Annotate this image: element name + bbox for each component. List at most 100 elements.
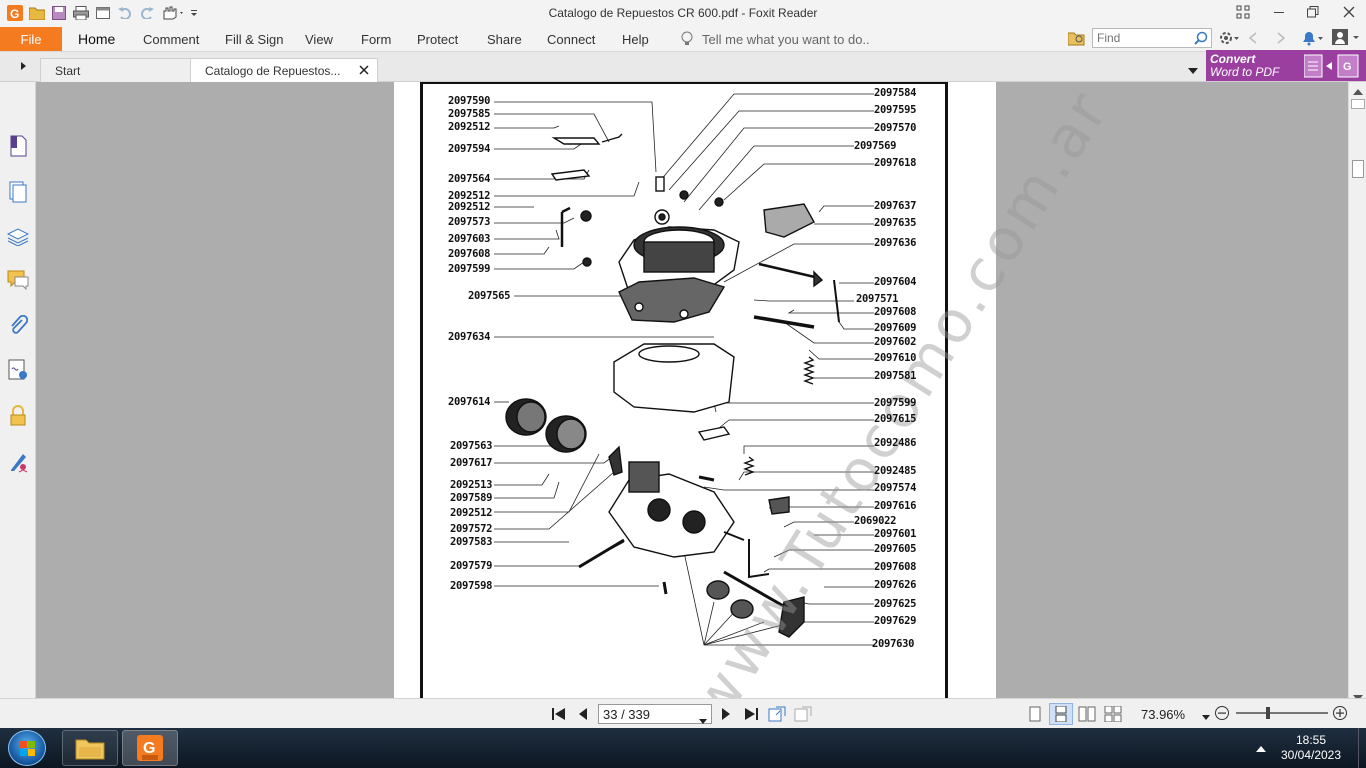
foxit-app-icon: G	[137, 735, 163, 761]
part-number-right-11: 2097609	[874, 322, 917, 334]
part-number-right-21: 2069022	[854, 515, 897, 527]
user-account-icon[interactable]	[1332, 29, 1362, 50]
part-number-right-8: 2097604	[874, 276, 917, 288]
zoom-out-icon[interactable]	[1214, 705, 1230, 724]
tab-current-document[interactable]: Catalogo de Repuestos...	[190, 58, 378, 83]
close-tab-icon[interactable]	[359, 63, 369, 78]
scrollbar-thumb[interactable]	[1352, 160, 1364, 178]
ad-line-1: Convert	[1210, 52, 1256, 66]
tab-current-document-label: Catalogo de Repuestos...	[205, 64, 341, 78]
convert-word-to-pdf-ad[interactable]: Convert Word to PDF G	[1206, 50, 1366, 81]
zoom-slider[interactable]	[1236, 707, 1328, 719]
part-number-right-4: 2097618	[874, 157, 917, 169]
close-button[interactable]	[1332, 0, 1366, 24]
show-desktop-button[interactable]	[1358, 728, 1366, 768]
signature-tool-icon[interactable]	[6, 450, 30, 474]
attachments-icon[interactable]	[6, 314, 30, 338]
tab-connect[interactable]: Connect	[547, 32, 595, 47]
tab-start[interactable]: Start	[40, 58, 192, 82]
file-menu[interactable]: File	[0, 27, 62, 51]
page-number-value: 33 / 339	[603, 706, 650, 722]
part-number-right-7: 2097636	[874, 237, 917, 249]
previous-result-icon[interactable]	[1248, 32, 1258, 47]
continuous-facing-view-icon[interactable]	[1104, 705, 1122, 725]
digital-signatures-icon[interactable]	[6, 358, 30, 382]
word-to-pdf-icon: G	[1303, 54, 1362, 81]
taskbar-foxit-reader[interactable]: G	[122, 730, 178, 766]
zoom-dropdown-icon[interactable]	[1202, 709, 1210, 723]
part-number-left-2: 2092512	[448, 121, 491, 133]
restore-ribbon-icon[interactable]	[1226, 0, 1260, 24]
part-number-left-22: 2097598	[450, 580, 493, 592]
security-lock-icon[interactable]	[6, 404, 30, 428]
minimize-button[interactable]	[1262, 0, 1296, 24]
tab-fill-sign[interactable]: Fill & Sign	[225, 32, 284, 47]
tab-home[interactable]: Home	[78, 31, 115, 47]
scrollbar-top-marker	[1351, 99, 1365, 109]
page-thumbnails-icon[interactable]	[6, 180, 30, 204]
find-input[interactable]	[1093, 29, 1188, 47]
window-title: Catalogo de Repuestos CR 600.pdf - Foxit…	[548, 6, 818, 20]
settings-gear-icon[interactable]	[1218, 30, 1240, 49]
tab-protect[interactable]: Protect	[417, 32, 458, 47]
zoom-in-icon[interactable]	[1332, 705, 1348, 724]
part-number-left-8: 2097603	[448, 233, 491, 245]
notification-bell-icon[interactable]	[1300, 30, 1324, 49]
show-hidden-icons-arrow[interactable]	[1256, 742, 1266, 756]
bookmarks-icon[interactable]	[6, 134, 30, 158]
next-result-icon[interactable]	[1276, 32, 1286, 47]
first-page-icon[interactable]	[552, 707, 566, 724]
tab-form[interactable]: Form	[361, 32, 391, 47]
windows-logo-icon	[20, 741, 35, 756]
part-number-left-19: 2097572	[450, 523, 493, 535]
previous-view-icon[interactable]	[768, 705, 786, 726]
search-folder-icon[interactable]	[1067, 30, 1086, 49]
part-number-right-16: 2097615	[874, 413, 917, 425]
svg-text:G: G	[1343, 61, 1352, 73]
page-number-field[interactable]: 33 / 339	[598, 704, 712, 724]
part-number-right-24: 2097608	[874, 561, 917, 573]
next-view-icon[interactable]	[794, 705, 812, 726]
part-number-left-17: 2097589	[450, 492, 493, 504]
part-number-right-27: 2097629	[874, 615, 917, 627]
clock-date: 30/04/2023	[1280, 748, 1342, 762]
search-icon[interactable]	[1194, 31, 1208, 48]
part-number-right-13: 2097610	[874, 352, 917, 364]
tell-me-box[interactable]: Tell me what you want to do..	[680, 31, 870, 47]
tab-share[interactable]: Share	[487, 32, 522, 47]
part-number-left-20: 2097583	[450, 536, 493, 548]
layers-icon[interactable]	[6, 224, 30, 248]
document-viewer[interactable]: www.Tutocomo.com.ar 2097590 2097585 209251…	[36, 82, 1348, 698]
comments-icon[interactable]	[6, 268, 30, 292]
taskbar-file-explorer[interactable]	[62, 730, 118, 766]
single-page-view-icon[interactable]	[1028, 706, 1042, 725]
zoom-slider-handle[interactable]	[1266, 707, 1270, 719]
start-button[interactable]	[8, 730, 46, 766]
sidebar-toggle-arrow-icon[interactable]	[20, 60, 28, 74]
scroll-up-arrow-icon[interactable]	[1353, 84, 1363, 98]
tab-help[interactable]: Help	[622, 32, 649, 47]
vertical-scrollbar[interactable]	[1348, 82, 1366, 701]
page-dropdown-icon[interactable]	[699, 712, 707, 727]
part-number-left-3: 2097594	[448, 143, 491, 155]
tab-view[interactable]: View	[305, 32, 333, 47]
maximize-button[interactable]	[1296, 0, 1330, 24]
part-number-left-1: 2097585	[448, 108, 491, 120]
part-number-right-22: 2097601	[874, 528, 917, 540]
find-field[interactable]	[1092, 28, 1212, 48]
system-clock[interactable]: 18:55 30/04/2023	[1270, 733, 1352, 763]
title-bar: G Catalogo de Repuestos CR 600.pdf - Fox…	[0, 0, 1366, 26]
tell-me-text: Tell me what you want to do..	[702, 31, 870, 47]
tab-comment[interactable]: Comment	[143, 32, 199, 47]
part-number-left-14: 2097563	[450, 440, 493, 452]
part-number-right-6: 2097635	[874, 217, 917, 229]
tab-list-dropdown-icon[interactable]	[1188, 63, 1198, 77]
zoom-level[interactable]: 73.96%	[1141, 707, 1185, 722]
part-number-left-9: 2097608	[448, 248, 491, 260]
previous-page-icon[interactable]	[578, 707, 588, 724]
facing-view-icon[interactable]	[1078, 706, 1096, 725]
part-number-right-12: 2097602	[874, 336, 917, 348]
next-page-icon[interactable]	[721, 707, 731, 724]
last-page-icon[interactable]	[744, 707, 758, 724]
continuous-view-icon[interactable]	[1049, 703, 1073, 725]
